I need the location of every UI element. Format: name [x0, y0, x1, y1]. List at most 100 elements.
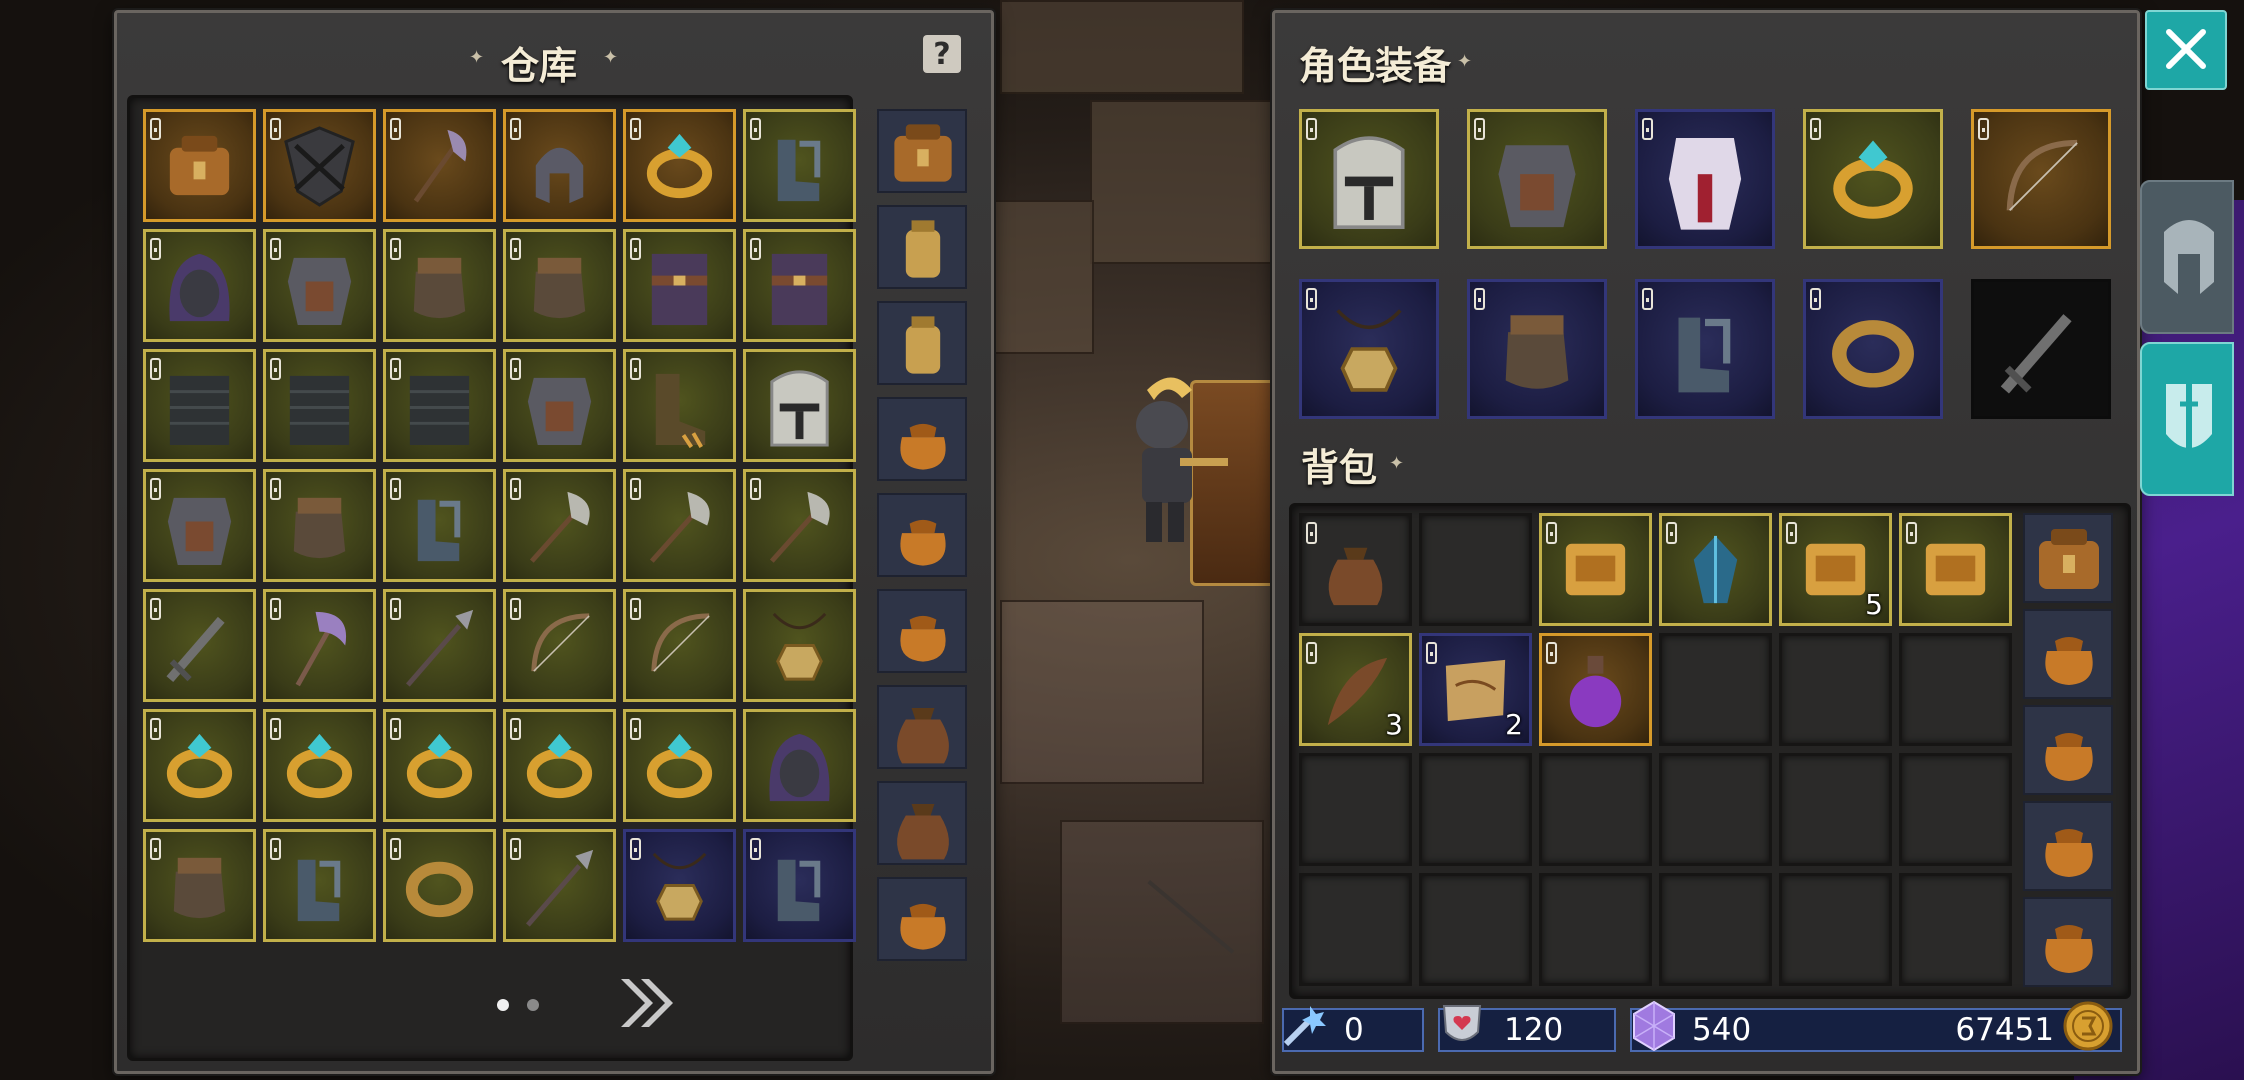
item-slot[interactable] — [1635, 279, 1775, 419]
item-slot[interactable] — [623, 109, 736, 222]
bag-tab[interactable] — [2023, 897, 2113, 987]
item-slot[interactable] — [1971, 279, 2111, 419]
bag-tab[interactable] — [2023, 801, 2113, 891]
satchel-icon — [169, 135, 230, 196]
item-slot[interactable] — [143, 109, 256, 222]
item-slot[interactable] — [1659, 753, 1772, 866]
item-slot[interactable] — [263, 589, 376, 702]
item-slot[interactable] — [1419, 873, 1532, 986]
item-slot[interactable] — [743, 349, 856, 462]
item-slot[interactable] — [263, 229, 376, 342]
item-slot[interactable]: 2 — [1419, 633, 1532, 746]
next-page-icon[interactable] — [615, 971, 679, 1035]
item-slot[interactable] — [1779, 873, 1892, 986]
item-slot[interactable] — [263, 109, 376, 222]
bag-tab[interactable] — [2023, 705, 2113, 795]
item-slot[interactable] — [383, 109, 496, 222]
item-slot[interactable] — [503, 109, 616, 222]
item-slot[interactable] — [1971, 109, 2111, 249]
item-slot[interactable] — [1539, 633, 1652, 746]
item-slot[interactable] — [1419, 513, 1532, 626]
item-slot[interactable] — [623, 469, 736, 582]
item-slot[interactable] — [1467, 109, 1607, 249]
item-slot[interactable]: 3 — [1299, 633, 1412, 746]
player-character[interactable] — [1112, 370, 1232, 560]
item-slot[interactable] — [503, 589, 616, 702]
item-slot[interactable] — [623, 229, 736, 342]
item-slot[interactable] — [503, 709, 616, 822]
item-slot[interactable] — [1539, 873, 1652, 986]
bag-tab[interactable] — [877, 397, 967, 481]
item-slot[interactable] — [263, 349, 376, 462]
item-slot[interactable] — [1635, 109, 1775, 249]
item-slot[interactable] — [1299, 753, 1412, 866]
item-slot[interactable] — [503, 829, 616, 942]
item-slot[interactable] — [383, 589, 496, 702]
item-slot[interactable] — [1899, 873, 2012, 986]
item-slot[interactable] — [503, 229, 616, 342]
item-slot[interactable] — [1659, 873, 1772, 986]
item-slot[interactable] — [623, 589, 736, 702]
item-slot[interactable] — [263, 709, 376, 822]
item-slot[interactable] — [503, 469, 616, 582]
item-slot[interactable] — [1299, 513, 1412, 626]
item-slot[interactable] — [743, 829, 856, 942]
item-slot[interactable] — [743, 229, 856, 342]
item-slot[interactable] — [143, 589, 256, 702]
help-button[interactable]: ? — [923, 35, 961, 73]
item-slot[interactable]: 5 — [1779, 513, 1892, 626]
bag-tab[interactable] — [877, 205, 967, 289]
item-slot[interactable] — [383, 829, 496, 942]
bag-tab[interactable] — [877, 877, 967, 961]
bag-tab[interactable] — [877, 781, 967, 865]
item-slot[interactable] — [383, 229, 496, 342]
item-slot[interactable] — [743, 109, 856, 222]
item-slot[interactable] — [1779, 633, 1892, 746]
close-button[interactable] — [2145, 10, 2227, 90]
item-slot[interactable] — [1467, 279, 1607, 419]
item-slot[interactable] — [1659, 513, 1772, 626]
item-slot[interactable] — [1539, 513, 1652, 626]
item-slot[interactable] — [1539, 753, 1652, 866]
item-slot[interactable] — [143, 349, 256, 462]
item-slot[interactable] — [743, 589, 856, 702]
item-slot[interactable] — [143, 469, 256, 582]
item-slot[interactable] — [1899, 633, 2012, 746]
item-slot[interactable] — [383, 709, 496, 822]
item-slot[interactable] — [623, 349, 736, 462]
item-slot[interactable] — [1899, 513, 2012, 626]
item-slot[interactable] — [383, 349, 496, 462]
bag-tab[interactable] — [877, 685, 967, 769]
item-slot[interactable] — [1779, 753, 1892, 866]
bag-tab[interactable] — [877, 589, 967, 673]
bag-tab[interactable] — [877, 301, 967, 385]
bag-tab[interactable] — [2023, 609, 2113, 699]
scroll-icon — [1925, 543, 1986, 596]
bag-tab[interactable] — [877, 493, 967, 577]
item-slot[interactable] — [623, 829, 736, 942]
item-slot[interactable] — [503, 349, 616, 462]
item-slot[interactable] — [1803, 109, 1943, 249]
tab-equipment[interactable] — [2140, 180, 2234, 334]
item-slot[interactable] — [743, 709, 856, 822]
item-slot[interactable] — [1899, 753, 2012, 866]
item-slot[interactable] — [1419, 753, 1532, 866]
item-slot[interactable] — [1299, 873, 1412, 986]
bag-tab[interactable] — [2023, 513, 2113, 603]
item-slot[interactable] — [1299, 109, 1439, 249]
item-slot[interactable] — [1659, 633, 1772, 746]
item-slot[interactable] — [743, 469, 856, 582]
page-indicator-2[interactable] — [527, 999, 539, 1011]
tab-inventory[interactable] — [2140, 342, 2234, 496]
item-slot[interactable] — [263, 829, 376, 942]
item-slot[interactable] — [383, 469, 496, 582]
page-indicator-1[interactable] — [497, 999, 509, 1011]
item-slot[interactable] — [263, 469, 376, 582]
item-slot[interactable] — [1299, 279, 1439, 419]
bag-tab[interactable] — [877, 109, 967, 193]
item-slot[interactable] — [623, 709, 736, 822]
item-slot[interactable] — [143, 829, 256, 942]
item-slot[interactable] — [143, 229, 256, 342]
item-slot[interactable] — [1803, 279, 1943, 419]
item-slot[interactable] — [143, 709, 256, 822]
